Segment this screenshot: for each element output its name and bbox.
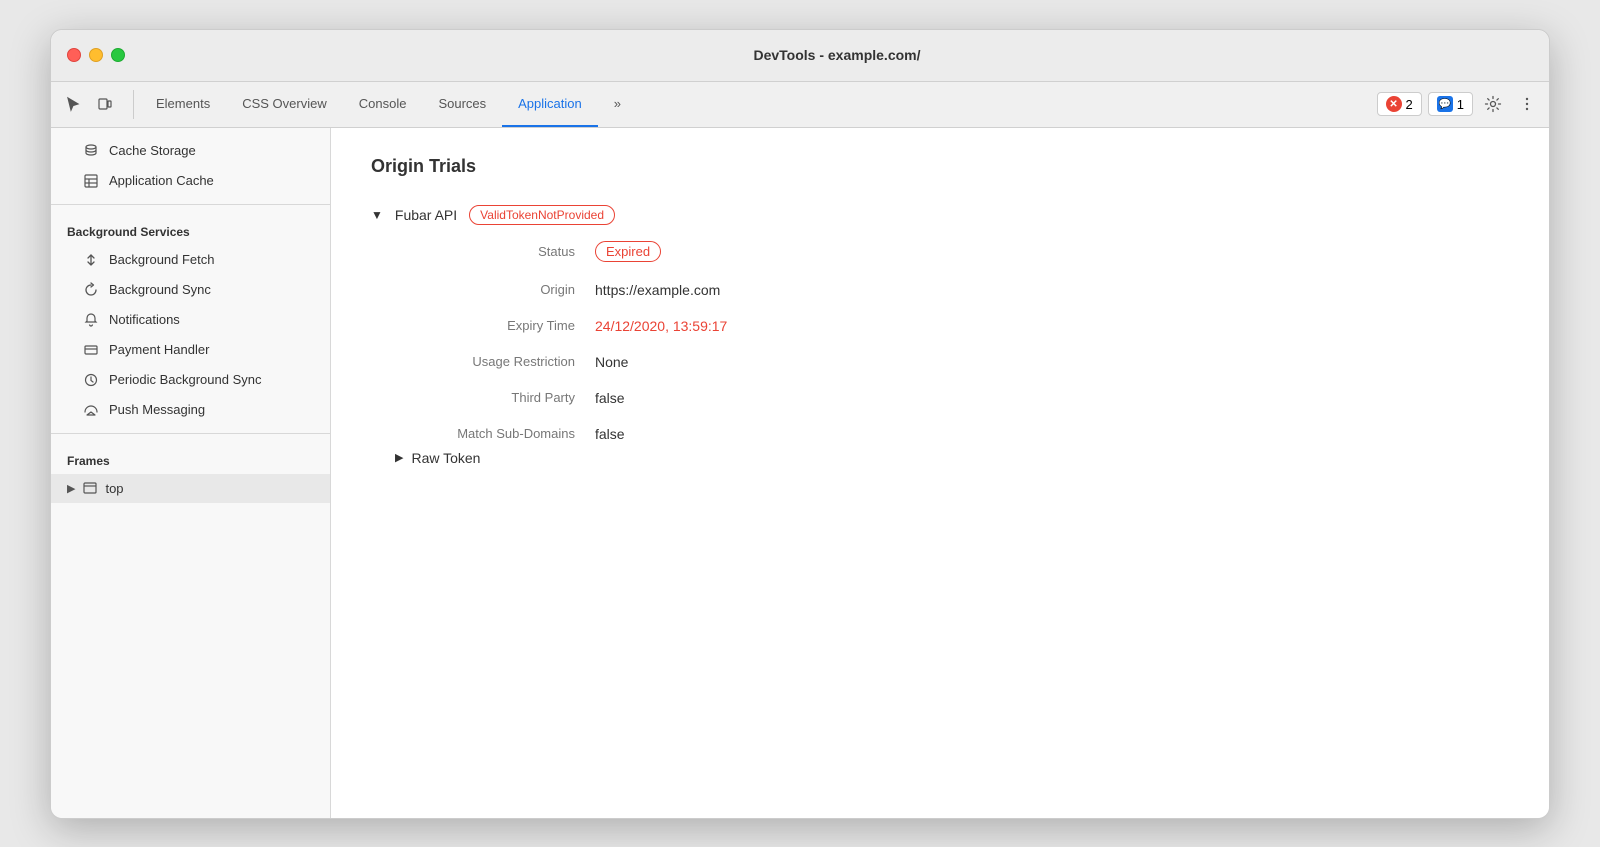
frame-top-label: top [105, 481, 123, 496]
api-group-fubar: ▼ Fubar API ValidTokenNotProvided Status… [371, 205, 1509, 466]
main-content: Cache Storage Application Cache Backgrou… [51, 128, 1549, 818]
sidebar-divider-1 [51, 204, 330, 205]
raw-token-label: Raw Token [411, 450, 480, 466]
usage-label: Usage Restriction [395, 354, 595, 369]
tab-more[interactable]: » [598, 82, 637, 127]
periodic-sync-icon [83, 372, 99, 388]
raw-token-expand-icon[interactable]: ▶ [395, 451, 403, 464]
info-count: 1 [1457, 97, 1464, 112]
error-count: 2 [1406, 97, 1413, 112]
sidebar-item-periodic-sync[interactable]: Periodic Background Sync [51, 365, 330, 395]
app-cache-icon [83, 173, 99, 189]
tab-css-overview[interactable]: CSS Overview [226, 82, 343, 127]
cache-storage-label: Cache Storage [109, 143, 196, 158]
background-services-section: Background Services [51, 213, 330, 245]
close-button[interactable] [67, 48, 81, 62]
tab-console[interactable]: Console [343, 82, 423, 127]
tab-list: Elements CSS Overview Console Sources Ap… [140, 82, 1377, 127]
match-subdomains-value: false [595, 426, 1509, 442]
sidebar-item-notifications[interactable]: Notifications [51, 305, 330, 335]
window-title: DevTools - example.com/ [141, 47, 1533, 63]
cache-storage-icon [83, 143, 99, 159]
third-party-label: Third Party [395, 390, 595, 405]
page-title: Origin Trials [371, 156, 1509, 177]
match-subdomains-label: Match Sub-Domains [395, 426, 595, 441]
expiry-label: Expiry Time [395, 318, 595, 333]
sidebar-item-bg-fetch[interactable]: Background Fetch [51, 245, 330, 275]
third-party-value: false [595, 390, 1509, 406]
bg-sync-label: Background Sync [109, 282, 211, 297]
payment-icon [83, 342, 99, 358]
tabs-divider [133, 90, 134, 119]
toolbar-right: ✕ 2 💬 1 [1377, 82, 1541, 127]
expired-badge: Expired [595, 241, 661, 262]
expiry-value: 24/12/2020, 13:59:17 [595, 318, 1509, 334]
api-header: ▼ Fubar API ValidTokenNotProvided [371, 205, 1509, 225]
sidebar-item-app-cache[interactable]: Application Cache [51, 166, 330, 196]
frame-window-icon [83, 481, 97, 495]
bg-fetch-label: Background Fetch [109, 252, 215, 267]
status-label: Status [395, 244, 595, 259]
detail-table: Status Expired Origin https://example.co… [395, 241, 1509, 442]
notifications-icon [83, 312, 99, 328]
sidebar-item-push[interactable]: Push Messaging [51, 395, 330, 425]
frames-section: Frames [51, 442, 330, 474]
device-toolbar-icon[interactable] [91, 90, 119, 118]
more-options-icon[interactable] [1513, 90, 1541, 118]
push-icon [83, 402, 99, 418]
api-status-badge: ValidTokenNotProvided [469, 205, 615, 225]
sidebar-item-cache-storage[interactable]: Cache Storage [51, 136, 330, 166]
frame-triangle-icon: ▶ [67, 482, 75, 495]
info-icon: 💬 [1437, 96, 1453, 112]
tab-elements[interactable]: Elements [140, 82, 226, 127]
error-icon: ✕ [1386, 96, 1402, 112]
bg-fetch-icon [83, 252, 99, 268]
periodic-sync-label: Periodic Background Sync [109, 372, 261, 387]
sidebar-divider-2 [51, 433, 330, 434]
origin-label: Origin [395, 282, 595, 297]
raw-token-row: ▶ Raw Token [395, 450, 1509, 466]
content-panel: Origin Trials ▼ Fubar API ValidTokenNotP… [331, 128, 1549, 818]
tab-sources[interactable]: Sources [422, 82, 502, 127]
notifications-label: Notifications [109, 312, 180, 327]
bg-sync-icon [83, 282, 99, 298]
cursor-icon[interactable] [59, 90, 87, 118]
devtools-window: DevTools - example.com/ Elements CSS Ove… [50, 29, 1550, 819]
payment-label: Payment Handler [109, 342, 209, 357]
minimize-button[interactable] [89, 48, 103, 62]
error-count-button[interactable]: ✕ 2 [1377, 92, 1422, 116]
info-count-button[interactable]: 💬 1 [1428, 92, 1473, 116]
toolbar-left [59, 82, 119, 127]
tab-application[interactable]: Application [502, 82, 598, 127]
sidebar-item-bg-sync[interactable]: Background Sync [51, 275, 330, 305]
origin-value: https://example.com [595, 282, 1509, 298]
maximize-button[interactable] [111, 48, 125, 62]
api-collapse-icon[interactable]: ▼ [371, 208, 383, 222]
tabs-bar: Elements CSS Overview Console Sources Ap… [51, 82, 1549, 128]
app-cache-label: Application Cache [109, 173, 214, 188]
api-name: Fubar API [395, 207, 457, 223]
title-bar: DevTools - example.com/ [51, 30, 1549, 82]
sidebar-item-top-frame[interactable]: ▶ top [51, 474, 330, 503]
sidebar: Cache Storage Application Cache Backgrou… [51, 128, 331, 818]
status-value: Expired [595, 241, 1509, 262]
usage-value: None [595, 354, 1509, 370]
sidebar-item-payment[interactable]: Payment Handler [51, 335, 330, 365]
settings-icon[interactable] [1479, 90, 1507, 118]
push-label: Push Messaging [109, 402, 205, 417]
traffic-lights [67, 48, 125, 62]
